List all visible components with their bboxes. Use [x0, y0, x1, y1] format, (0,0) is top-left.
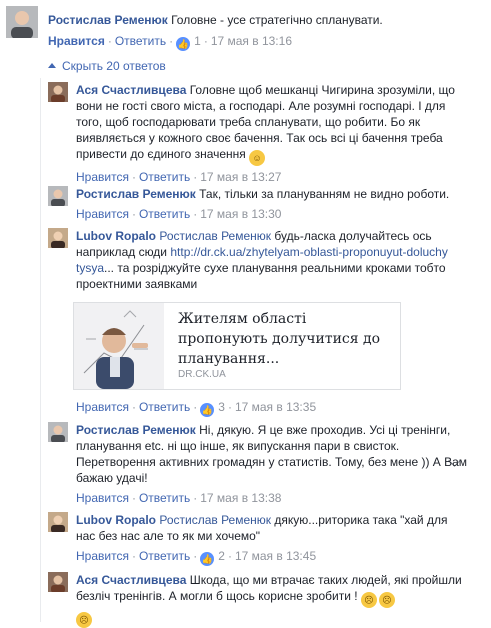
like-button[interactable]: Нравится [76, 207, 129, 221]
avatar[interactable] [48, 512, 68, 532]
comment-text: Головне - усе стратегічно спланувати. [171, 13, 383, 27]
like-count[interactable]: 1 [194, 34, 201, 48]
avatar[interactable] [6, 6, 38, 38]
mention-link[interactable]: Ростислав Ременюк [159, 229, 271, 243]
comment-time[interactable]: 17 мая в 13:45 [235, 549, 316, 563]
sad-emoji-icon: ☹ [378, 592, 395, 608]
avatar[interactable] [48, 228, 68, 248]
comment-actions: Нравится · Ответить · 👍 2 · 17 мая в 13:45 [76, 549, 317, 566]
comment-actions: Нравится · Ответить · 17 мая в 13:30 [76, 207, 282, 221]
comment-actions: Нравится · Ответить · 17 мая в 13:27 [76, 170, 282, 184]
link-preview-card[interactable]: Жителям області пропонують долучитися до… [73, 302, 401, 390]
collapse-arrow-icon [48, 63, 56, 68]
reply-button[interactable]: Ответить [139, 400, 190, 414]
like-button[interactable]: Нравится [48, 34, 105, 48]
link-preview-image[interactable] [74, 303, 164, 389]
comment-author[interactable]: Lubov Ropalo [76, 513, 156, 527]
comment-author[interactable]: Lubov Ropalo [76, 229, 156, 243]
comment-author[interactable]: Ростислав Ременюк [76, 423, 196, 437]
avatar[interactable] [48, 572, 68, 592]
comment-author[interactable]: Ростислав Ременюк [48, 13, 168, 27]
reply-button[interactable]: Ответить [139, 170, 190, 184]
reply-button[interactable]: Ответить [139, 207, 190, 221]
comment-text-continued: ... та розріджуйте сухе планування реаль… [76, 261, 446, 291]
comment-time[interactable]: 17 мая в 13:38 [200, 491, 281, 505]
like-count-icon: 👍 [200, 403, 215, 417]
mention-link[interactable]: Ростислав Ременюк [159, 513, 271, 527]
comment-author[interactable]: Ростислав Ременюк [76, 187, 196, 201]
like-count[interactable]: 2 [218, 549, 225, 563]
avatar[interactable] [48, 422, 68, 442]
smile-emoji-icon: ☺ [249, 150, 266, 166]
comment-time[interactable]: 17 мая в 13:16 [211, 34, 292, 48]
like-count[interactable]: 3 [218, 400, 225, 414]
comment-time[interactable]: 17 мая в 13:35 [235, 400, 316, 414]
comment-actions: Нравится · Ответить · 👍 3 · 17 мая в 13:35 [76, 400, 317, 417]
comment-actions: Нравится · Ответить · 👍 1 · 17 мая в 13:16 [48, 34, 292, 51]
avatar[interactable] [48, 82, 68, 102]
comment-author[interactable]: Ася Счастливцева [76, 83, 186, 97]
comment-actions: Нравится · Ответить · 17 мая в 13:38 [76, 491, 282, 505]
link-preview-title[interactable]: Жителям області пропонують долучитися до… [178, 309, 400, 369]
like-button[interactable]: Нравится [76, 549, 129, 563]
sad-emoji-icon: ☹ [76, 612, 92, 628]
like-count-icon: 👍 [176, 37, 191, 51]
like-button[interactable]: Нравится [76, 491, 129, 505]
hide-replies-label[interactable]: Скрыть 20 ответов [62, 59, 166, 73]
hide-replies-link[interactable]: Скрыть 20 ответов [48, 58, 166, 74]
reply-button[interactable]: Ответить [115, 34, 166, 48]
comment-author[interactable]: Ася Счастливцева [76, 573, 186, 587]
thread-line [40, 78, 41, 622]
comment-text: Так, тільки за плануванням не видно робо… [199, 187, 450, 201]
like-button[interactable]: Нравится [76, 400, 129, 414]
like-count-icon: 👍 [200, 552, 215, 566]
avatar[interactable] [48, 186, 68, 206]
like-button[interactable]: Нравится [76, 170, 129, 184]
reply-button[interactable]: Ответить [139, 549, 190, 563]
comment-time[interactable]: 17 мая в 13:27 [200, 170, 281, 184]
link-preview-domain: DR.CK.UA [178, 369, 226, 380]
crying-emoji-icon: ☹ [360, 592, 377, 608]
comment-time[interactable]: 17 мая в 13:30 [200, 207, 281, 221]
reply-button[interactable]: Ответить [139, 491, 190, 505]
